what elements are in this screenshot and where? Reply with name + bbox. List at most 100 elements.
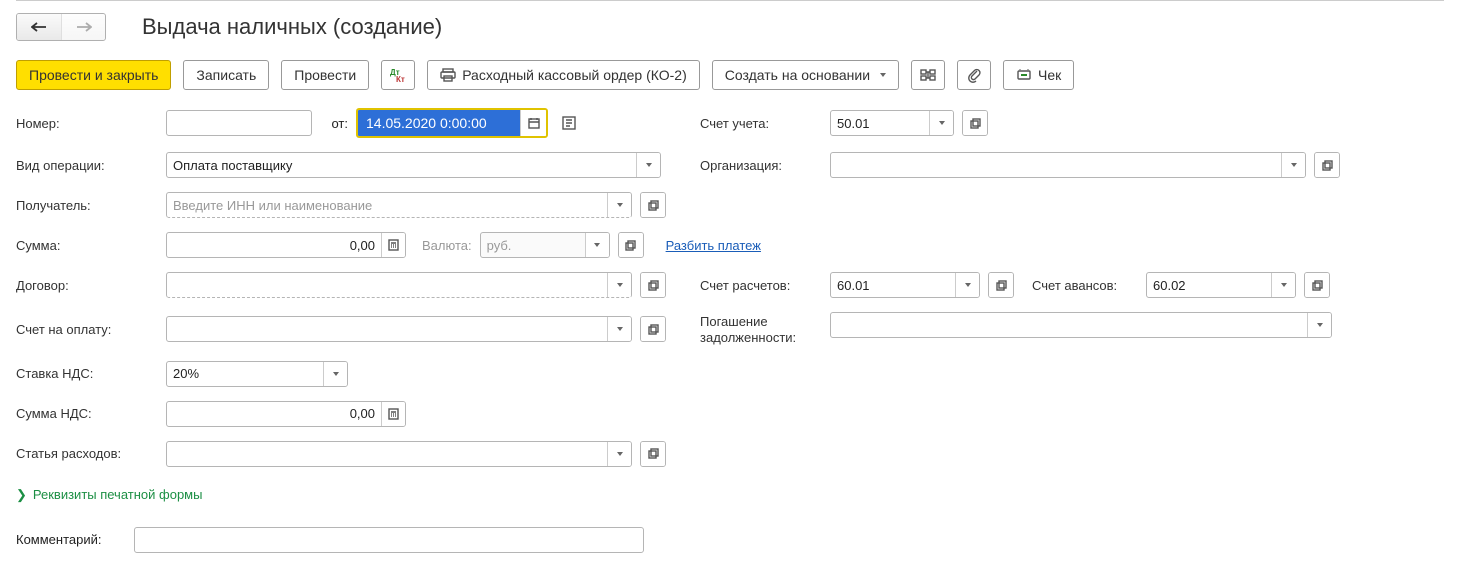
structure-button[interactable] (911, 60, 945, 90)
vat-rate-row: Ставка НДС: 20% (16, 361, 686, 387)
sum-value: 0,00 (167, 233, 381, 257)
account-dropdown-button[interactable] (929, 111, 953, 135)
contract-label: Договор: (16, 278, 158, 293)
adv-acct-label: Счет авансов: (1032, 278, 1138, 293)
sum-row: Сумма: 0,00 Валюта: руб. Разбить платеж (16, 232, 1444, 258)
currency-label: Валюта: (422, 238, 472, 253)
vat-rate-input[interactable]: 20% (166, 361, 348, 387)
attach-button[interactable] (957, 60, 991, 90)
expense-open-button[interactable] (640, 441, 666, 467)
adv-acct-open-button[interactable] (1304, 272, 1330, 298)
from-label: от: (320, 116, 348, 131)
optype-dropdown-button[interactable] (636, 153, 660, 177)
account-row: Счет учета: 50.01 (700, 110, 1444, 136)
nav-back-button[interactable] (17, 14, 61, 40)
debt-dropdown-button[interactable] (1307, 313, 1331, 337)
receipt-button[interactable]: Чек (1003, 60, 1074, 90)
optype-label: Вид операции: (16, 158, 158, 173)
calc-acct-dropdown-button[interactable] (955, 273, 979, 297)
invoice-row: Счет на оплату: (16, 316, 686, 342)
expense-label: Статья расходов: (16, 446, 158, 461)
comment-input[interactable] (134, 527, 644, 553)
calc-accounts-row: Счет расчетов: 60.01 Счет авансов: 60.02 (700, 272, 1444, 298)
vat-rate-value: 20% (167, 362, 323, 386)
print-requisites-toggle[interactable]: ❯ Реквизиты печатной формы (16, 487, 1444, 503)
currency-value: руб. (481, 233, 585, 257)
adv-acct-dropdown-button[interactable] (1271, 273, 1295, 297)
dt-kt-icon: Дт Кт (390, 68, 406, 82)
calc-acct-label: Счет расчетов: (700, 278, 822, 293)
contract-open-button[interactable] (640, 272, 666, 298)
account-open-button[interactable] (962, 110, 988, 136)
comment-row: Комментарий: (16, 527, 1444, 553)
create-based-on-button[interactable]: Создать на основании (712, 60, 899, 90)
optype-input[interactable]: Оплата поставщику (166, 152, 661, 178)
vat-calculator-button[interactable] (381, 402, 405, 426)
invoice-dropdown-button[interactable] (607, 317, 631, 341)
debt-input[interactable] (830, 312, 1332, 338)
calc-acct-open-button[interactable] (988, 272, 1014, 298)
vat-rate-dropdown-button[interactable] (323, 362, 347, 386)
page-title: Выдача наличных (создание) (142, 14, 442, 40)
calculator-button[interactable] (381, 233, 405, 257)
expense-input[interactable] (166, 441, 632, 467)
comment-label: Комментарий: (16, 532, 126, 547)
organization-input[interactable] (830, 152, 1306, 178)
sum-label: Сумма: (16, 238, 158, 253)
organization-row: Организация: (700, 152, 1444, 178)
svg-text:Кт: Кт (396, 75, 405, 82)
calendar-icon (528, 117, 540, 129)
calc-acct-value: 60.01 (831, 273, 955, 297)
recipient-input[interactable]: Введите ИНН или наименование (166, 192, 632, 218)
recipient-label: Получатель: (16, 198, 158, 213)
split-payment-link[interactable]: Разбить платеж (666, 238, 761, 253)
caret-down-icon (880, 73, 886, 77)
organization-open-button[interactable] (1314, 152, 1340, 178)
print-ko2-label: Расходный кассовый ордер (КО-2) (462, 67, 687, 83)
account-input[interactable]: 50.01 (830, 110, 954, 136)
receipt-label: Чек (1038, 67, 1061, 83)
number-date-row: Номер: от: 14.05.2020 0:00:00 (16, 108, 686, 138)
sum-input[interactable]: 0,00 (166, 232, 406, 258)
debt-label: Погашениезадолженности: (700, 312, 822, 347)
vat-sum-input[interactable]: 0,00 (166, 401, 406, 427)
organization-label: Организация: (700, 158, 822, 173)
contract-dropdown-button[interactable] (607, 273, 631, 297)
calendar-button[interactable] (520, 110, 546, 136)
debt-row: Погашениезадолженности: (700, 312, 1444, 347)
save-button[interactable]: Записать (183, 60, 269, 90)
invoice-open-button[interactable] (640, 316, 666, 342)
recipient-dropdown-button[interactable] (607, 193, 631, 217)
calc-acct-input[interactable]: 60.01 (830, 272, 980, 298)
recipient-open-button[interactable] (640, 192, 666, 218)
number-label: Номер: (16, 116, 158, 131)
contract-input[interactable] (166, 272, 632, 298)
vat-rate-label: Ставка НДС: (16, 366, 158, 381)
printer-icon (440, 68, 456, 82)
submit-close-button[interactable]: Провести и закрыть (16, 60, 171, 90)
form-icon (561, 116, 577, 130)
expense-row: Статья расходов: (16, 441, 686, 467)
calculator-icon (388, 239, 399, 251)
expense-dropdown-button[interactable] (607, 442, 631, 466)
toolbar: Провести и закрыть Записать Провести Дт … (16, 52, 1444, 98)
form-button[interactable] (556, 110, 582, 136)
print-ko2-button[interactable]: Расходный кассовый ордер (КО-2) (427, 60, 700, 90)
invoice-input[interactable] (166, 316, 632, 342)
nav-buttons (16, 13, 106, 41)
adv-acct-input[interactable]: 60.02 (1146, 272, 1296, 298)
account-label: Счет учета: (700, 116, 822, 131)
organization-dropdown-button[interactable] (1281, 153, 1305, 177)
organization-value (831, 153, 1281, 177)
form: Номер: от: 14.05.2020 0:00:00 Счет учета… (16, 98, 1444, 553)
contract-row: Договор: (16, 272, 686, 298)
number-input[interactable] (166, 110, 312, 136)
submit-button[interactable]: Провести (281, 60, 369, 90)
adv-acct-value: 60.02 (1147, 273, 1271, 297)
currency-dropdown-button (585, 233, 609, 257)
contract-value (167, 273, 607, 297)
dt-kt-button[interactable]: Дт Кт (381, 60, 415, 90)
date-input[interactable]: 14.05.2020 0:00:00 (358, 110, 520, 136)
nav-forward-button (61, 14, 105, 40)
paperclip-icon (967, 67, 981, 83)
